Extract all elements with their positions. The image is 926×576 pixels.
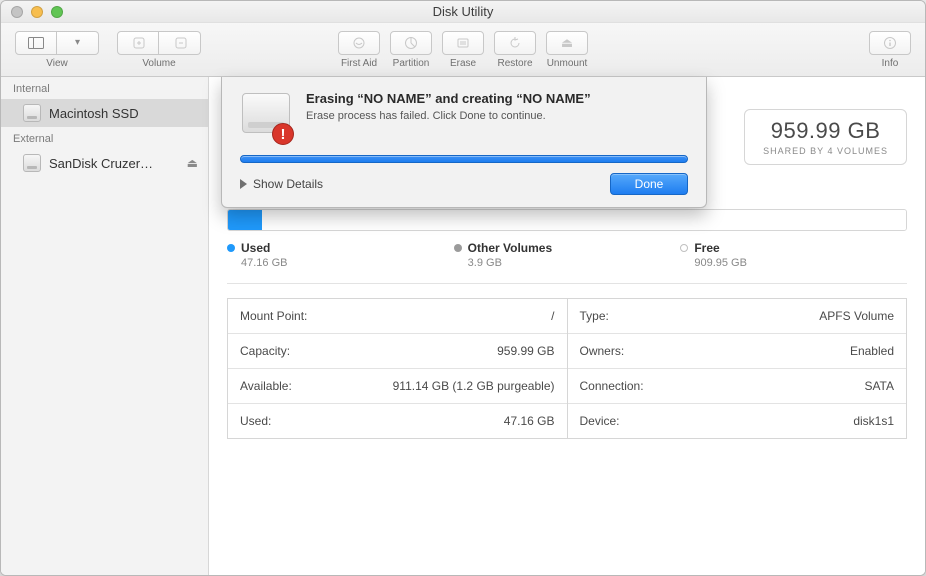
info-key: Type: bbox=[580, 309, 609, 323]
sidebar-item-macintosh-ssd[interactable]: Macintosh SSD bbox=[1, 99, 208, 127]
error-badge-icon: ! bbox=[272, 123, 294, 145]
info-value: 911.14 GB (1.2 GB purgeable) bbox=[393, 379, 555, 393]
toolbar: ▾ View Volume Firs bbox=[1, 23, 925, 77]
usage-segment-used bbox=[228, 210, 262, 230]
toolbar-volume-label: Volume bbox=[142, 58, 175, 69]
info-value: APFS Volume bbox=[819, 309, 894, 323]
toolbar-view-label: View bbox=[46, 58, 68, 69]
info-value: 47.16 GB bbox=[504, 414, 555, 428]
eject-icon: ⏏ bbox=[561, 35, 573, 51]
info-value: disk1s1 bbox=[853, 414, 894, 428]
info-icon bbox=[882, 36, 898, 50]
sheet-subtext: Erase process has failed. Click Done to … bbox=[306, 110, 591, 122]
info-value: Enabled bbox=[850, 344, 894, 358]
disk-icon bbox=[23, 104, 41, 122]
partition-button[interactable] bbox=[390, 31, 432, 55]
info-key: Owners: bbox=[580, 344, 625, 358]
volume-remove-button[interactable] bbox=[159, 31, 201, 55]
info-key: Used: bbox=[240, 414, 271, 428]
info-key: Connection: bbox=[580, 379, 644, 393]
table-row: Mount Point: / bbox=[228, 299, 567, 334]
legend-free-value: 909.95 GB bbox=[680, 257, 907, 269]
sidebar-item-label: SanDisk Cruzer… bbox=[49, 156, 153, 171]
chevron-down-icon: ▾ bbox=[75, 37, 80, 48]
progress-bar bbox=[240, 155, 688, 163]
info-label: Info bbox=[882, 58, 899, 69]
info-table: Mount Point: / Capacity: 959.99 GB Availab… bbox=[227, 298, 907, 439]
info-key: Mount Point: bbox=[240, 309, 307, 323]
volume-add-icon bbox=[130, 36, 146, 50]
window-title: Disk Utility bbox=[1, 4, 925, 19]
legend-other-value: 3.9 GB bbox=[454, 257, 681, 269]
table-row: Type: APFS Volume bbox=[568, 299, 907, 334]
info-col-left: Mount Point: / Capacity: 959.99 GB Availab… bbox=[228, 299, 568, 438]
usage-legend: Used 47.16 GB Other Volumes 3.9 GB Free … bbox=[227, 241, 907, 269]
unmount-label: Unmount bbox=[547, 58, 588, 69]
erase-icon bbox=[455, 36, 471, 50]
partition-label: Partition bbox=[393, 58, 430, 69]
first-aid-label: First Aid bbox=[341, 58, 377, 69]
sidebar-item-sandisk[interactable]: SanDisk Cruzer… ⏏ bbox=[1, 149, 208, 177]
show-details-toggle[interactable]: Show Details bbox=[240, 177, 323, 191]
legend-dot-free bbox=[680, 244, 688, 252]
info-button[interactable] bbox=[869, 31, 911, 55]
toolbar-volume-group: Volume bbox=[117, 31, 201, 69]
usage-segment-free bbox=[262, 210, 906, 230]
sidebar-item-label: Macintosh SSD bbox=[49, 106, 139, 121]
erase-sheet: ! Erasing “NO NAME” and creating “NO NAM… bbox=[221, 77, 707, 208]
legend-other-label: Other Volumes bbox=[468, 241, 552, 255]
sheet-disk-icon: ! bbox=[240, 91, 292, 143]
volume-remove-icon bbox=[172, 36, 188, 50]
table-row: Available: 911.14 GB (1.2 GB purgeable) bbox=[228, 369, 567, 404]
stethoscope-icon bbox=[351, 36, 367, 50]
info-key: Available: bbox=[240, 379, 292, 393]
table-row: Connection: SATA bbox=[568, 369, 907, 404]
capacity-box: 959.99 GB SHARED BY 4 VOLUMES bbox=[744, 109, 907, 165]
show-details-label: Show Details bbox=[253, 177, 323, 191]
legend-used-label: Used bbox=[241, 241, 270, 255]
unmount-button[interactable]: ⏏ bbox=[546, 31, 588, 55]
restore-label: Restore bbox=[497, 58, 532, 69]
partition-icon bbox=[403, 36, 419, 50]
sidebar-section-external: External bbox=[1, 127, 208, 149]
sidebar-icon bbox=[28, 37, 44, 49]
capacity-value: 959.99 GB bbox=[763, 118, 888, 144]
legend-dot-other bbox=[454, 244, 462, 252]
legend-used-value: 47.16 GB bbox=[227, 257, 454, 269]
table-row: Capacity: 959.99 GB bbox=[228, 334, 567, 369]
disclosure-triangle-icon bbox=[240, 179, 247, 189]
legend-dot-used bbox=[227, 244, 235, 252]
info-key: Capacity: bbox=[240, 344, 290, 358]
info-value: 959.99 GB bbox=[497, 344, 554, 358]
sheet-heading: Erasing “NO NAME” and creating “NO NAME” bbox=[306, 91, 591, 106]
volume-add-button[interactable] bbox=[117, 31, 159, 55]
restore-button[interactable] bbox=[494, 31, 536, 55]
toolbar-view-group: ▾ View bbox=[15, 31, 99, 69]
erase-button[interactable] bbox=[442, 31, 484, 55]
restore-icon bbox=[507, 36, 523, 50]
usage-bar bbox=[227, 209, 907, 231]
legend-free-label: Free bbox=[694, 241, 719, 255]
first-aid-button[interactable] bbox=[338, 31, 380, 55]
info-key: Device: bbox=[580, 414, 620, 428]
sidebar: Internal Macintosh SSD External SanDisk … bbox=[1, 77, 209, 575]
separator bbox=[227, 283, 907, 284]
titlebar: Disk Utility bbox=[1, 1, 925, 23]
done-button[interactable]: Done bbox=[610, 173, 688, 195]
sidebar-section-internal: Internal bbox=[1, 77, 208, 99]
view-sidebar-button[interactable] bbox=[15, 31, 57, 55]
info-value: / bbox=[551, 309, 554, 323]
done-button-label: Done bbox=[635, 177, 664, 191]
disk-icon bbox=[23, 154, 41, 172]
view-mode-button[interactable]: ▾ bbox=[57, 31, 99, 55]
info-col-right: Type: APFS Volume Owners: Enabled Connecti… bbox=[568, 299, 907, 438]
table-row: Device: disk1s1 bbox=[568, 404, 907, 438]
capacity-subtitle: SHARED BY 4 VOLUMES bbox=[763, 146, 888, 156]
table-row: Owners: Enabled bbox=[568, 334, 907, 369]
disk-utility-window: Disk Utility ▾ View bbox=[0, 0, 926, 576]
erase-label: Erase bbox=[450, 58, 476, 69]
table-row: Used: 47.16 GB bbox=[228, 404, 567, 438]
info-value: SATA bbox=[864, 379, 894, 393]
eject-button[interactable]: ⏏ bbox=[187, 156, 198, 170]
